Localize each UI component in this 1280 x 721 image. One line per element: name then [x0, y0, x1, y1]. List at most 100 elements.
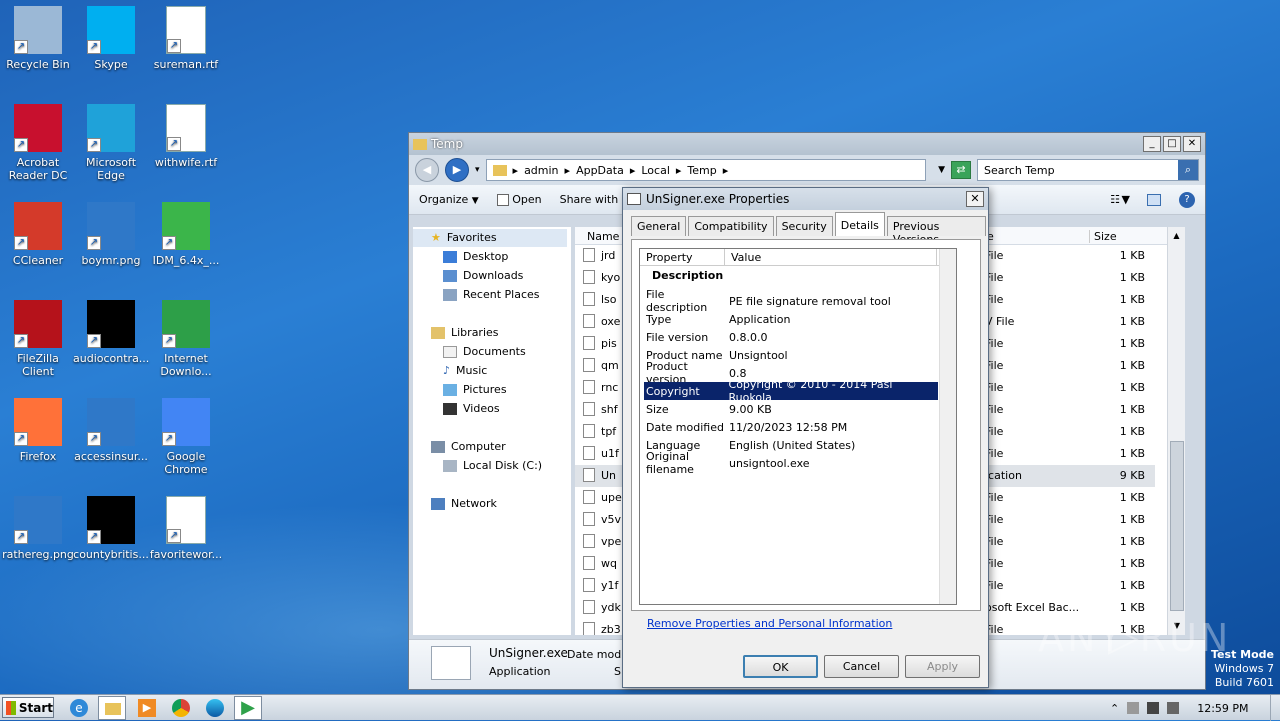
scroll-thumb[interactable]	[1170, 441, 1184, 611]
nav-favorites[interactable]: ★ Favorites	[431, 231, 497, 244]
desktop-icon[interactable]: ↗ Acrobat Reader DC	[0, 104, 76, 182]
forward-button[interactable]: ▶	[445, 158, 469, 182]
flag-icon[interactable]	[1127, 702, 1140, 714]
share-with-button[interactable]: Share with	[560, 193, 619, 206]
breadcrumb-admin[interactable]: admin	[524, 164, 558, 177]
clock[interactable]: 12:59 PM	[1197, 702, 1248, 715]
preview-pane-icon[interactable]	[1147, 193, 1161, 206]
vertical-scrollbar[interactable]: ▲ ▼	[1167, 227, 1185, 635]
desktop-icon[interactable]: ↗ rathereg.png	[0, 496, 76, 561]
nav-downloads[interactable]: Downloads	[443, 269, 523, 282]
properties-scrollbar[interactable]	[939, 249, 956, 604]
desktop-icon[interactable]: ↗ Internet Downlo...	[148, 300, 224, 378]
open-button[interactable]: Open	[496, 193, 542, 206]
property-row[interactable]: Original filename unsigntool.exe	[644, 450, 938, 476]
explorer-titlebar[interactable]: Temp _ □ ✕	[409, 133, 1205, 155]
ok-button[interactable]: OK	[743, 655, 818, 678]
nav-recent-places[interactable]: Recent Places	[443, 288, 540, 301]
media-player-taskbar-icon[interactable]: ▶	[138, 699, 156, 717]
search-icon[interactable]: ⌕	[1178, 160, 1198, 180]
tab-previous-versions[interactable]: Previous Versions	[886, 216, 986, 246]
remove-properties-link[interactable]: Remove Properties and Personal Informati…	[647, 617, 892, 630]
recent-pages-icon[interactable]: ▾	[475, 165, 480, 175]
property-row[interactable]: File version 0.8.0.0	[644, 328, 938, 346]
nav-network[interactable]: Network	[431, 497, 497, 510]
nav-pictures[interactable]: Pictures	[443, 383, 507, 396]
minimize-button[interactable]: _	[1143, 136, 1161, 152]
refresh-button[interactable]: ⇄	[951, 161, 971, 179]
breadcrumb-appdata[interactable]: AppData	[576, 164, 624, 177]
ie-taskbar-icon[interactable]: e	[70, 699, 88, 717]
shortcut-arrow-icon: ↗	[87, 334, 101, 348]
desktop-icon[interactable]: ↗ countybritis...	[73, 496, 149, 561]
desktop-icon[interactable]: ↗ Google Chrome	[148, 398, 224, 476]
nav-computer[interactable]: Computer	[431, 440, 506, 453]
apply-button[interactable]: Apply	[905, 655, 980, 678]
property-row[interactable]: Size 9.00 KB	[644, 400, 938, 418]
property-row[interactable]: Copyright Copyright © 2010 - 2014 Pasi Ru…	[644, 378, 938, 404]
desktop-icon[interactable]: ↗ favoritewor...	[148, 496, 224, 561]
file-icon	[583, 402, 595, 416]
breadcrumb-temp[interactable]: Temp	[687, 164, 716, 177]
file-icon	[583, 380, 595, 394]
desktop-icon[interactable]: ↗ boymr.png	[73, 202, 149, 267]
tab-security[interactable]: Security	[775, 216, 833, 236]
edge-taskbar-icon[interactable]	[206, 699, 224, 717]
details-type: Application	[489, 665, 551, 678]
chrome-taskbar-icon[interactable]	[172, 699, 190, 717]
dialog-close-button[interactable]: ✕	[966, 191, 984, 207]
desktop-icon[interactable]: ↗ sureman.rtf	[148, 6, 224, 71]
view-options-icon[interactable]: ☷ ▼	[1110, 193, 1130, 206]
desktop-icon[interactable]: ↗ FileZilla Client	[0, 300, 76, 378]
property-row[interactable]: Type Application	[644, 310, 938, 328]
tab-general[interactable]: General	[631, 216, 687, 236]
desktop-icon[interactable]: ↗ withwife.rtf	[148, 104, 224, 169]
nav-libraries[interactable]: Libraries	[431, 326, 499, 339]
column-value[interactable]: Value	[725, 249, 937, 265]
volume-icon[interactable]	[1167, 702, 1180, 714]
explorer-taskbar-icon[interactable]	[98, 696, 126, 720]
desktop-icon[interactable]: ↗ Skype	[73, 6, 149, 71]
file-icon: ↗	[162, 300, 210, 348]
desktop-icon[interactable]: ↗ Microsoft Edge	[73, 104, 149, 182]
back-button[interactable]: ◀	[415, 158, 439, 182]
nav-videos[interactable]: Videos	[443, 402, 500, 415]
file-icon: ↗	[87, 398, 135, 446]
shortcut-arrow-icon: ↗	[162, 236, 176, 250]
nav-desktop[interactable]: Desktop	[443, 250, 508, 263]
maximize-button[interactable]: □	[1163, 136, 1181, 152]
desktop-icon[interactable]: ↗ IDM_6.4x_...	[148, 202, 224, 267]
file-size: 1 KB	[1119, 249, 1145, 262]
close-button[interactable]: ✕	[1183, 136, 1201, 152]
dialog-titlebar[interactable]: UnSigner.exe Properties ✕	[623, 188, 988, 210]
network-tray-icon[interactable]	[1147, 702, 1160, 714]
file-icon: ↗	[87, 300, 135, 348]
desktop-icon[interactable]: ↗ accessinsur...	[73, 398, 149, 463]
nav-music[interactable]: ♪ Music	[443, 364, 487, 377]
property-row[interactable]: Date modified 11/20/2023 12:58 PM	[644, 418, 938, 436]
search-input[interactable]: Search Temp ⌕	[977, 159, 1199, 181]
desktop-icon[interactable]: ↗ Firefox	[0, 398, 76, 463]
tab-compatibility[interactable]: Compatibility	[688, 216, 774, 236]
address-dropdown-icon[interactable]: ▼	[938, 165, 945, 175]
tray-expand-icon[interactable]: ⌃	[1110, 702, 1119, 715]
breadcrumb-local[interactable]: Local	[641, 164, 670, 177]
cancel-button[interactable]: Cancel	[824, 655, 899, 678]
desktop-icon[interactable]: ↗ audiocontra...	[73, 300, 149, 365]
scroll-up-button[interactable]: ▲	[1168, 227, 1185, 245]
help-icon[interactable]: ?	[1179, 191, 1195, 208]
column-name[interactable]: Name	[587, 230, 619, 243]
column-property[interactable]: Property	[640, 249, 725, 265]
desktop-icon[interactable]: ↗ CCleaner	[0, 202, 76, 267]
organize-button[interactable]: Organize ▼	[419, 193, 479, 206]
idm-taskbar-icon[interactable]: ▶	[234, 696, 262, 720]
show-desktop-button[interactable]	[1270, 695, 1280, 721]
property-row[interactable]: File description PE file signature remova…	[644, 288, 938, 314]
nav-local-disk[interactable]: Local Disk (C:)	[443, 459, 542, 472]
pictures-icon	[443, 383, 457, 396]
nav-documents[interactable]: Documents	[443, 345, 526, 358]
tab-details[interactable]: Details	[834, 212, 885, 236]
address-bar[interactable]: ▸ admin ▸ AppData ▸ Local ▸ Temp ▸	[485, 159, 926, 181]
desktop-icon[interactable]: ↗ Recycle Bin	[0, 6, 76, 71]
start-button[interactable]: Start	[2, 697, 54, 718]
